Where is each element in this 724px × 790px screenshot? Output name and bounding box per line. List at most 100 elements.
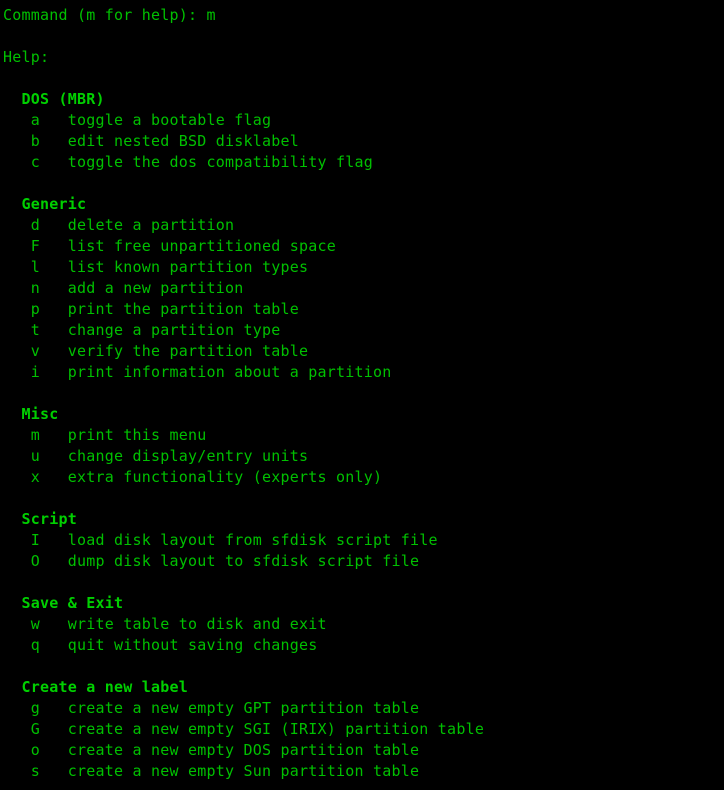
command-prompt-line: Command (m for help): m: [3, 6, 216, 24]
menu-entry-description: create a new empty GPT partition table: [67, 699, 420, 717]
menu-entry-gap: [40, 468, 68, 486]
menu-entry-gap: [40, 153, 68, 171]
menu-entry-key: s: [3, 762, 41, 780]
menu-entry-key: I: [3, 531, 41, 549]
menu-entry[interactable]: s create a new empty Sun partition table: [3, 761, 724, 782]
menu-entry-gap: [40, 699, 68, 717]
menu-entry-description: create a new empty SGI (IRIX) partition …: [67, 720, 485, 738]
menu-entry-description: change a partition type: [67, 321, 281, 339]
menu-entry[interactable]: q quit without saving changes: [3, 635, 724, 656]
menu-entry-gap: [40, 132, 68, 150]
menu-entry-key: p: [3, 300, 41, 318]
menu-entry-key: t: [3, 321, 41, 339]
menu-entry[interactable]: n add a new partition: [3, 278, 724, 299]
menu-entry-gap: [40, 531, 68, 549]
menu-entry[interactable]: I load disk layout from sfdisk script fi…: [3, 530, 724, 551]
section-header: Script: [3, 510, 78, 528]
menu-entry-gap: [40, 741, 68, 759]
menu-entry[interactable]: t change a partition type: [3, 320, 724, 341]
menu-entry[interactable]: c toggle the dos compatibility flag: [3, 152, 724, 173]
menu-entry-description: load disk layout from sfdisk script file: [67, 531, 438, 549]
menu-entry-gap: [40, 762, 68, 780]
menu-entry-description: list free unpartitioned space: [67, 237, 337, 255]
menu-entry[interactable]: u change display/entry units: [3, 446, 724, 467]
section-header: Create a new label: [3, 678, 189, 696]
menu-entry-key: F: [3, 237, 41, 255]
menu-entry[interactable]: d delete a partition: [3, 215, 724, 236]
help-label: Help:: [3, 48, 50, 66]
menu-entry[interactable]: F list free unpartitioned space: [3, 236, 724, 257]
menu-entry[interactable]: g create a new empty GPT partition table: [3, 698, 724, 719]
menu-entry[interactable]: m print this menu: [3, 425, 724, 446]
menu-entry-gap: [40, 300, 68, 318]
terminal-screen: Command (m for help): m Help: DOS (MBR) …: [0, 0, 724, 790]
menu-entry[interactable]: i print information about a partition: [3, 362, 724, 383]
menu-entry-description: toggle the dos compatibility flag: [67, 153, 374, 171]
menu-entry-gap: [40, 426, 68, 444]
menu-entry[interactable]: x extra functionality (experts only): [3, 467, 724, 488]
menu-entry-description: quit without saving changes: [67, 636, 318, 654]
menu-entry-key: x: [3, 468, 41, 486]
section-header: Misc: [3, 405, 59, 423]
menu-entry-key: m: [3, 426, 41, 444]
menu-entry-gap: [40, 636, 68, 654]
menu-entry-description: write table to disk and exit: [67, 615, 327, 633]
section-header: Save & Exit: [3, 594, 124, 612]
menu-entry-gap: [40, 615, 68, 633]
menu-entry[interactable]: O dump disk layout to sfdisk script file: [3, 551, 724, 572]
menu-entry-description: create a new empty DOS partition table: [67, 741, 420, 759]
menu-entry[interactable]: w write table to disk and exit: [3, 614, 724, 635]
menu-entry-description: print the partition table: [67, 300, 300, 318]
help-sections: DOS (MBR) a toggle a bootable flag b edi…: [3, 68, 724, 782]
menu-entry-description: change display/entry units: [67, 447, 309, 465]
menu-entry-key: q: [3, 636, 41, 654]
menu-entry-key: d: [3, 216, 41, 234]
menu-entry-gap: [40, 447, 68, 465]
menu-entry[interactable]: l list known partition types: [3, 257, 724, 278]
menu-entry-description: list known partition types: [67, 258, 309, 276]
menu-entry-key: c: [3, 153, 41, 171]
menu-entry-gap: [40, 552, 68, 570]
section-header: Generic: [3, 195, 87, 213]
menu-entry[interactable]: p print the partition table: [3, 299, 724, 320]
menu-entry-key: i: [3, 363, 41, 381]
menu-entry-description: add a new partition: [67, 279, 244, 297]
menu-entry[interactable]: a toggle a bootable flag: [3, 110, 724, 131]
menu-entry-gap: [40, 321, 68, 339]
menu-entry-key: v: [3, 342, 41, 360]
section-header: DOS (MBR): [3, 90, 105, 108]
menu-entry-gap: [40, 111, 68, 129]
menu-entry-description: extra functionality (experts only): [67, 468, 383, 486]
menu-entry-key: n: [3, 279, 41, 297]
menu-entry-key: g: [3, 699, 41, 717]
menu-entry-description: dump disk layout to sfdisk script file: [67, 552, 420, 570]
menu-entry-gap: [40, 342, 68, 360]
menu-entry-gap: [40, 216, 68, 234]
menu-entry[interactable]: G create a new empty SGI (IRIX) partitio…: [3, 719, 724, 740]
menu-entry-gap: [40, 279, 68, 297]
menu-entry-description: print this menu: [67, 426, 207, 444]
menu-entry[interactable]: b edit nested BSD disklabel: [3, 131, 724, 152]
menu-entry-key: G: [3, 720, 41, 738]
menu-entry-key: u: [3, 447, 41, 465]
menu-entry-gap: [40, 237, 68, 255]
menu-entry-gap: [40, 363, 68, 381]
menu-entry[interactable]: v verify the partition table: [3, 341, 724, 362]
menu-entry-key: w: [3, 615, 41, 633]
menu-entry-description: verify the partition table: [67, 342, 309, 360]
menu-entry-gap: [40, 720, 68, 738]
menu-entry[interactable]: o create a new empty DOS partition table: [3, 740, 724, 761]
menu-entry-description: create a new empty Sun partition table: [67, 762, 420, 780]
menu-entry-key: o: [3, 741, 41, 759]
menu-entry-description: delete a partition: [67, 216, 235, 234]
menu-entry-key: a: [3, 111, 41, 129]
menu-entry-description: print information about a partition: [67, 363, 392, 381]
menu-entry-key: O: [3, 552, 41, 570]
